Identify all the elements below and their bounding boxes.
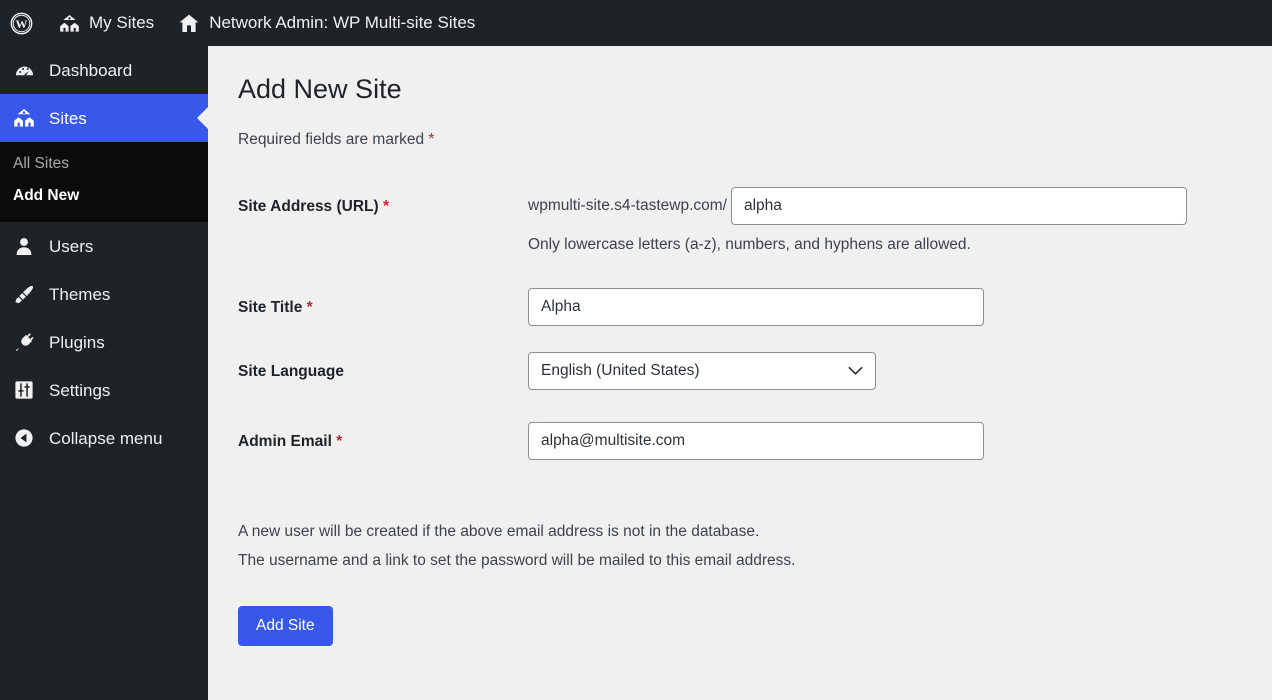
collapse-arrow-icon [13, 428, 35, 448]
new-user-note: A new user will be created if the above … [238, 518, 1240, 576]
sidebar-item-sites[interactable]: Sites [0, 94, 208, 142]
site-address-prefix: wpmulti-site.s4-tastewp.com/ [528, 197, 727, 215]
form-row-site-title: Site Title * [238, 288, 1240, 327]
sliders-icon [13, 380, 35, 400]
admin-bar-label-network-admin: Network Admin: WP Multi-site Sites [209, 13, 476, 32]
form-row-admin-email: Admin Email * [238, 422, 1240, 461]
sidebar-item-collapse-menu[interactable]: Collapse menu [0, 414, 208, 462]
required-marker-icon: * [306, 299, 313, 317]
required-fields-note: Required fields are marked * [238, 131, 1240, 149]
label-site-title: Site Title * [238, 288, 528, 317]
sidebar-label-sites: Sites [49, 108, 87, 128]
admin-sidebar: Dashboard Sites All Sites Add New Users … [0, 46, 208, 700]
site-language-select[interactable]: English (United States) [528, 352, 876, 391]
admin-bar-label-my-sites: My Sites [89, 13, 155, 32]
new-user-note-line-2: The username and a link to set the passw… [238, 551, 796, 569]
sidebar-item-dashboard[interactable]: Dashboard [0, 46, 208, 94]
svg-text:W: W [16, 16, 28, 30]
form-row-site-language: Site Language English (United States) [238, 352, 1240, 391]
dashboard-gauge-icon [13, 60, 35, 81]
label-site-title-text: Site Title [238, 299, 303, 317]
required-fields-note-text: Required fields are marked [238, 131, 425, 149]
site-title-input[interactable] [528, 288, 984, 327]
required-marker-icon: * [428, 131, 435, 149]
sidebar-label-dashboard: Dashboard [49, 60, 133, 80]
sidebar-item-settings[interactable]: Settings [0, 366, 208, 414]
user-icon [13, 236, 35, 256]
site-address-help-text: Only lowercase letters (a-z), numbers, a… [528, 236, 971, 254]
sidebar-item-plugins[interactable]: Plugins [0, 318, 208, 366]
chevron-down-icon [848, 366, 863, 376]
label-admin-email-text: Admin Email [238, 433, 332, 451]
sidebar-label-users: Users [49, 236, 94, 256]
label-site-address-text: Site Address (URL) [238, 198, 379, 216]
main-content: Add New Site Required fields are marked … [208, 46, 1272, 700]
plug-icon [13, 332, 35, 353]
wordpress-logo-icon: W [10, 12, 33, 35]
admin-email-input[interactable] [528, 422, 984, 461]
admin-bar: W My Sites Network Admin: WP Multi-site … [0, 0, 1272, 46]
label-site-address: Site Address (URL) * [238, 187, 528, 216]
page-title: Add New Site [238, 74, 402, 104]
sidebar-submenu-sites: All Sites Add New [0, 142, 208, 222]
label-site-language: Site Language [238, 352, 528, 381]
form-row-site-address: Site Address (URL) * wpmulti-site.s4-tas… [238, 187, 1240, 254]
home-icon [178, 13, 200, 34]
sidebar-item-add-new[interactable]: Add New [0, 180, 208, 212]
sidebar-item-all-sites[interactable]: All Sites [0, 148, 208, 180]
sidebar-label-collapse-menu: Collapse menu [49, 428, 163, 448]
sidebar-label-add-new: Add New [13, 187, 80, 204]
required-marker-icon: * [336, 433, 343, 451]
sidebar-label-themes: Themes [49, 284, 111, 304]
admin-bar-item-my-sites[interactable]: My Sites [47, 0, 166, 46]
admin-bar-item-network-admin[interactable]: Network Admin: WP Multi-site Sites [166, 0, 487, 46]
label-admin-email: Admin Email * [238, 422, 528, 451]
sidebar-label-settings: Settings [49, 380, 111, 400]
site-address-input[interactable] [730, 187, 1187, 226]
sidebar-current-arrow-icon [197, 107, 208, 129]
sidebar-label-plugins: Plugins [49, 332, 105, 352]
wordpress-logo-button[interactable]: W [0, 0, 47, 46]
label-site-language-text: Site Language [238, 363, 344, 381]
sidebar-item-themes[interactable]: Themes [0, 270, 208, 318]
sidebar-label-all-sites: All Sites [13, 155, 69, 172]
paintbrush-icon [13, 284, 35, 305]
required-marker-icon: * [382, 198, 390, 216]
sidebar-item-users[interactable]: Users [0, 222, 208, 270]
site-language-selected-value: English (United States) [541, 362, 700, 380]
new-user-note-line-1: A new user will be created if the above … [238, 523, 760, 541]
multisite-icon [13, 108, 35, 128]
multisite-icon [59, 14, 80, 33]
add-site-button[interactable]: Add Site [238, 605, 333, 646]
